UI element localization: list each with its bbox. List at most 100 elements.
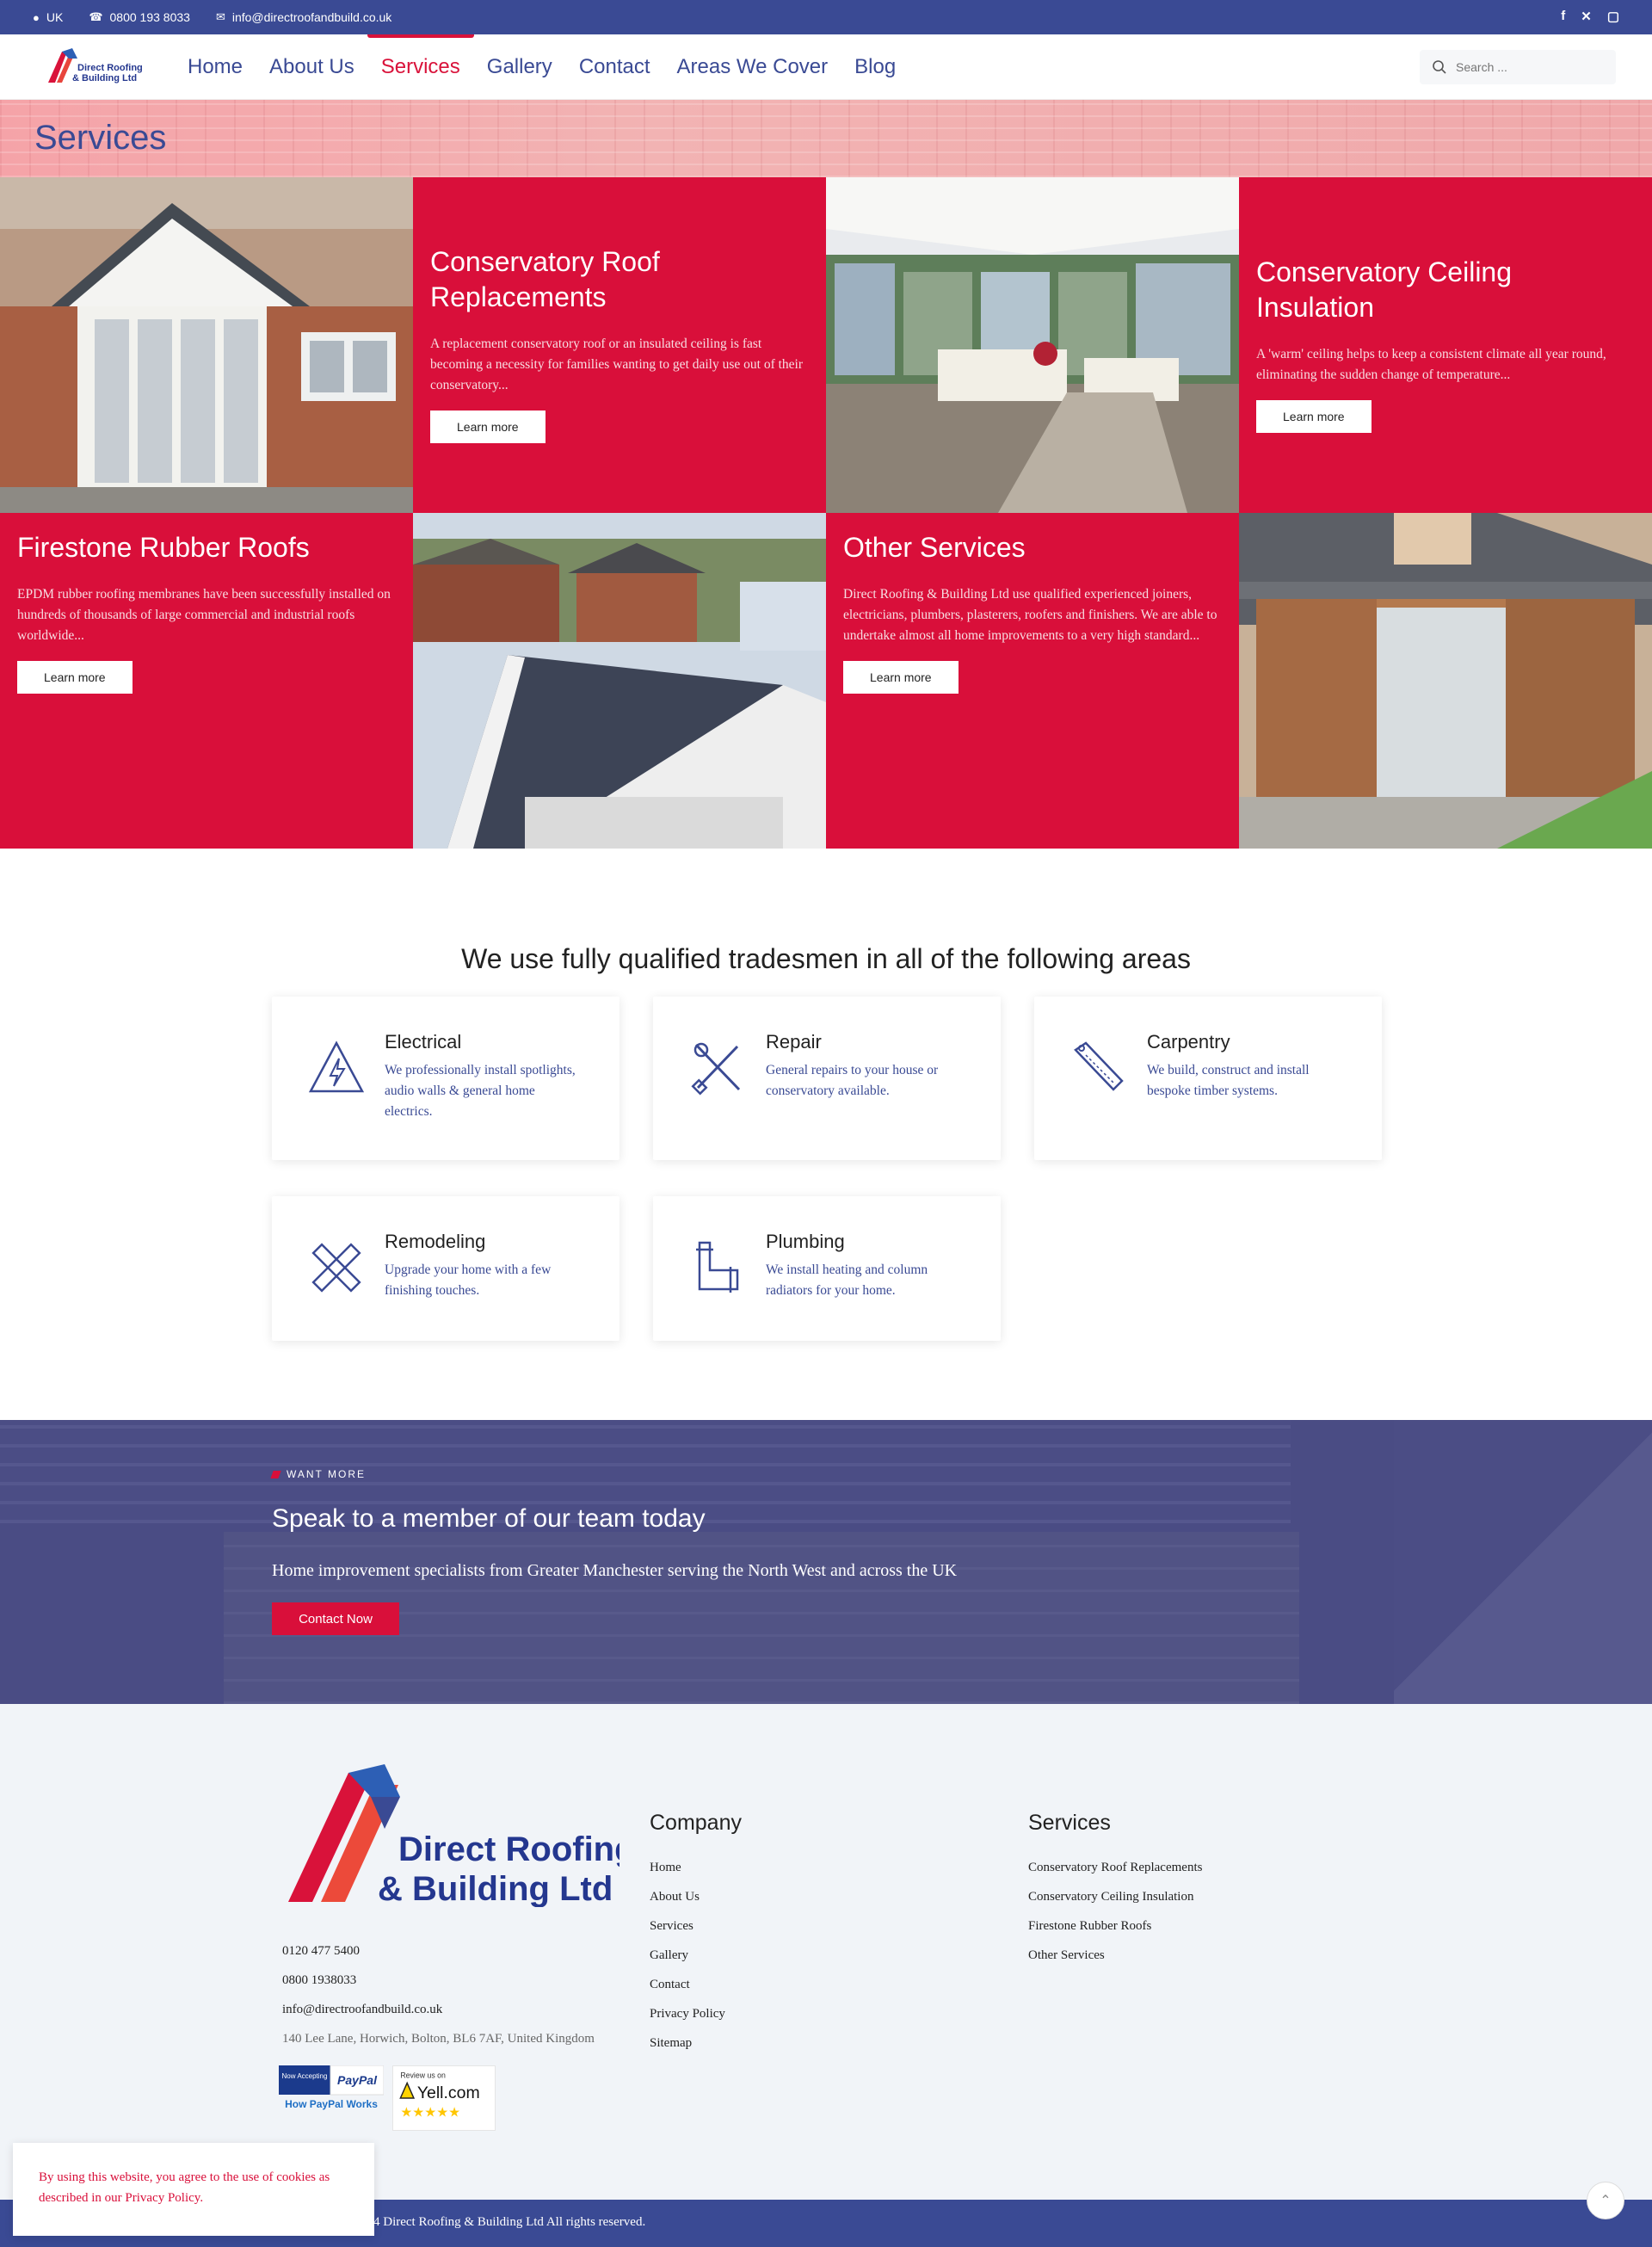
back-to-top-button[interactable]: ⌃	[1587, 2182, 1624, 2219]
footer-link-contact[interactable]: Contact	[650, 1970, 742, 1999]
nav-areas-we-cover[interactable]: Areas We Cover	[677, 34, 829, 100]
star-rating-icon: ★★★★★	[400, 2104, 460, 2120]
footer-phone-2[interactable]: 0800 1938033	[282, 1966, 595, 1995]
footer: Direct Roofing & Building Ltd 0120 477 5…	[0, 1704, 1652, 2200]
footer-phone-1[interactable]: 0120 477 5400	[282, 1936, 595, 1966]
paypal-badge[interactable]: Now Accepting PayPal How PayPal Works	[279, 2065, 384, 2110]
envelope-icon: ✉	[215, 10, 225, 23]
svg-text:Direct Roofing: Direct Roofing	[398, 1830, 620, 1868]
image-rubber-roof	[413, 513, 826, 849]
nav-blog[interactable]: Blog	[854, 34, 896, 100]
footer-logo[interactable]: Direct Roofing & Building Ltd	[288, 1764, 620, 1907]
svg-text:Now Accepting: Now Accepting	[282, 2072, 328, 2080]
x-icon[interactable]: ✕	[1581, 9, 1592, 24]
nav-services[interactable]: Services	[367, 34, 474, 100]
learn-more-button[interactable]: Learn more	[843, 661, 959, 694]
trade-card-remodeling: Remodeling Upgrade your home with a few …	[272, 1196, 620, 1341]
copyright-text: 4 Direct Roofing & Building Ltd All righ…	[373, 2215, 646, 2229]
email-item[interactable]: ✉ info@directroofandbuild.co.uk	[216, 10, 391, 24]
pencil-ruler-icon	[311, 1243, 361, 1293]
nav-contact[interactable]: Contact	[579, 34, 650, 100]
learn-more-button[interactable]: Learn more	[1256, 400, 1372, 433]
trade-title: Plumbing	[766, 1231, 845, 1252]
service-description: EPDM rubber roofing membranes have been …	[17, 587, 391, 643]
phone-item[interactable]: ☎ 0800 193 8033	[89, 10, 190, 24]
top-bar: ● UK ☎ 0800 193 8033 ✉ info@directroofan…	[0, 0, 1652, 34]
footer-contact: 0120 477 5400 0800 1938033 info@directro…	[282, 1936, 595, 2053]
footer-link-gallery[interactable]: Gallery	[650, 1941, 742, 1970]
trade-title: Remodeling	[385, 1231, 486, 1252]
main-nav: Direct Roofing & Building Ltd Home About…	[0, 34, 1652, 100]
electrical-hazard-icon	[308, 1040, 365, 1093]
menu: Home About Us Services Gallery Contact A…	[188, 34, 896, 100]
service-card-ceiling-insulation: Conservatory Ceiling Insulation A 'warm'…	[1239, 177, 1652, 513]
learn-more-button[interactable]: Learn more	[430, 411, 546, 443]
service-description: A 'warm' ceiling helps to keep a consist…	[1256, 347, 1606, 382]
footer-link-rubber-roofs[interactable]: Firestone Rubber Roofs	[1028, 1911, 1202, 1941]
map-pin-icon: ●	[33, 10, 40, 24]
pipe-icon	[696, 1241, 739, 1293]
company-heading: Company	[650, 1811, 742, 1835]
phone-link[interactable]: 0800 193 8033	[110, 10, 190, 24]
learn-more-button[interactable]: Learn more	[17, 661, 133, 694]
page-title: Services	[34, 119, 167, 157]
instagram-icon[interactable]: ▢	[1607, 9, 1619, 24]
location-item: ● UK	[33, 10, 63, 24]
service-title: Other Services	[843, 532, 1026, 563]
phone-icon: ☎	[89, 10, 103, 23]
nav-home[interactable]: Home	[188, 34, 243, 100]
footer-link-ceiling-insulation[interactable]: Conservatory Ceiling Insulation	[1028, 1882, 1202, 1911]
service-card-conservatory-roof: Conservatory Roof Replacements A replace…	[413, 177, 826, 513]
trade-title: Electrical	[385, 1031, 462, 1053]
footer-link-services[interactable]: Services	[650, 1911, 742, 1941]
service-card-other-services: Other Services Direct Roofing & Building…	[826, 513, 1239, 849]
services-grid: Conservatory Roof Replacements A replace…	[0, 177, 1652, 849]
nav-gallery[interactable]: Gallery	[487, 34, 552, 100]
footer-email[interactable]: info@directroofandbuild.co.uk	[282, 1995, 595, 2024]
footer-link-sitemap[interactable]: Sitemap	[650, 2028, 742, 2058]
services-heading: Services	[1028, 1811, 1111, 1835]
trade-description: We build, construct and install bespoke …	[1147, 1063, 1310, 1098]
search-box	[1420, 50, 1616, 84]
facebook-icon[interactable]: f	[1561, 9, 1565, 24]
footer-link-other-services[interactable]: Other Services	[1028, 1941, 1202, 1970]
svg-text:& Building Ltd: & Building Ltd	[72, 73, 137, 83]
footer-link-privacy-policy[interactable]: Privacy Policy	[650, 1999, 742, 2028]
footer-link-home[interactable]: Home	[650, 1853, 742, 1882]
search-input[interactable]	[1456, 60, 1602, 74]
svg-text:Review us on: Review us on	[400, 2071, 446, 2080]
cta-section: WANT MORE Speak to a member of our team …	[0, 1420, 1652, 1704]
svg-text:How PayPal Works: How PayPal Works	[285, 2098, 378, 2110]
search-icon[interactable]	[1432, 59, 1447, 75]
svg-text:PayPal: PayPal	[337, 2073, 378, 2087]
trade-card-repair: Repair General repairs to your house or …	[653, 997, 1001, 1160]
trade-title: Repair	[766, 1031, 822, 1053]
footer-services-column: Services Conservatory Roof Replacements …	[1028, 1811, 1202, 1970]
svg-text:Direct Roofing: Direct Roofing	[77, 63, 142, 73]
svg-text:& Building Ltd: & Building Ltd	[378, 1870, 613, 1907]
trade-card-plumbing: Plumbing We install heating and column r…	[653, 1196, 1001, 1341]
trade-title: Carpentry	[1147, 1031, 1230, 1053]
email-link[interactable]: info@directroofandbuild.co.uk	[232, 10, 391, 24]
cta-background-gable	[1394, 1420, 1652, 1704]
svg-text:Yell.com: Yell.com	[417, 2083, 480, 2102]
service-description: A replacement conservatory roof or an in…	[430, 336, 804, 392]
cookie-notice[interactable]: By using this website, you agree to the …	[13, 2143, 374, 2236]
service-description: Direct Roofing & Building Ltd use qualif…	[843, 587, 1217, 643]
trade-description: General repairs to your house or conserv…	[766, 1063, 939, 1098]
trade-description: We install heating and column radiators …	[766, 1262, 928, 1298]
tools-icon	[691, 1042, 741, 1096]
chevron-up-icon: ⌃	[1600, 2194, 1612, 2208]
cta-title: Speak to a member of our team today	[272, 1504, 706, 1533]
contact-now-button[interactable]: Contact Now	[272, 1602, 399, 1635]
footer-company-column: Company Home About Us Services Gallery C…	[650, 1811, 742, 2058]
cta-tag: WANT MORE	[270, 1468, 366, 1480]
footer-link-roof-replacements[interactable]: Conservatory Roof Replacements	[1028, 1853, 1202, 1882]
cta-text: Home improvement specialists from Greate…	[272, 1561, 958, 1580]
footer-link-about-us[interactable]: About Us	[650, 1882, 742, 1911]
site-logo[interactable]: Direct Roofing & Building Ltd	[43, 45, 142, 88]
page-header: Services	[0, 100, 1652, 177]
service-card-rubber-roofs: Firestone Rubber Roofs EPDM rubber roofi…	[0, 513, 413, 849]
yell-review-badge[interactable]: Review us on Yell.com ★★★★★	[392, 2065, 496, 2131]
nav-about-us[interactable]: About Us	[269, 34, 354, 100]
